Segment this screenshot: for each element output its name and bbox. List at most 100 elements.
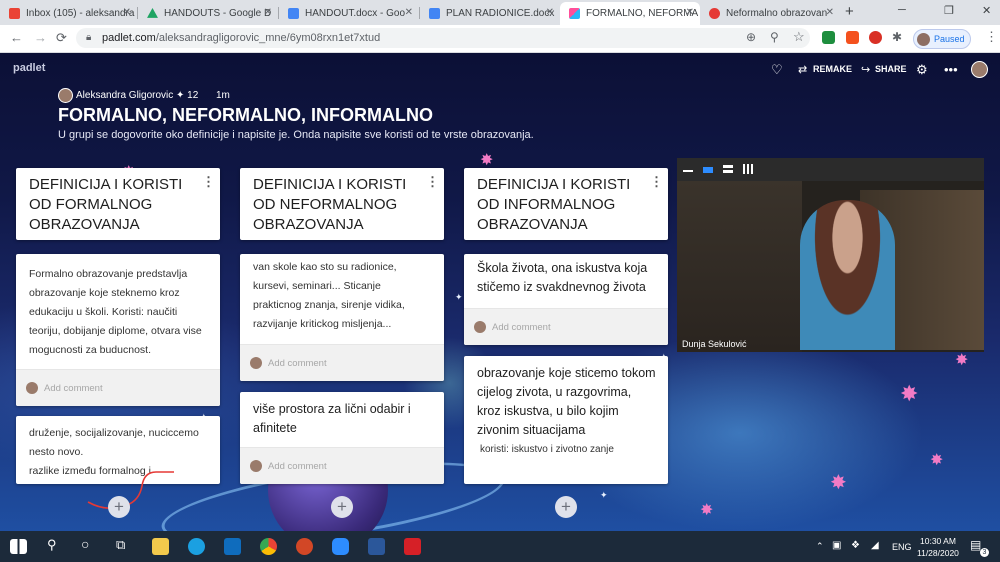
task-view-icon[interactable]: ⧉ xyxy=(116,537,125,553)
forward-arrow-icon[interactable]: → xyxy=(34,30,47,45)
gallery-view-icon[interactable] xyxy=(743,164,753,174)
close-tab-icon[interactable]: ✕ xyxy=(686,7,694,18)
single-view-icon[interactable] xyxy=(703,167,713,173)
add-post-button[interactable]: + xyxy=(555,496,577,518)
close-tab-icon[interactable]: ✕ xyxy=(546,7,554,18)
file-explorer-icon[interactable] xyxy=(152,538,169,555)
profile-paused-button[interactable]: Paused xyxy=(913,29,971,49)
post-card[interactable]: Škola života, ona iskustva koja stičemo … xyxy=(464,254,668,345)
add-comment-bar[interactable]: Add comment xyxy=(464,308,668,345)
zoom-icon[interactable]: ⚲ xyxy=(770,30,779,44)
remake-button[interactable]: REMAKE xyxy=(813,64,852,74)
notification-count-badge: 3 xyxy=(980,548,989,557)
add-comment-label: Add comment xyxy=(44,382,103,394)
gmail-icon xyxy=(9,8,20,19)
star-decoration: ✸ xyxy=(955,352,969,369)
column-menu-icon[interactable]: ⋮ xyxy=(650,174,663,190)
camera-icon[interactable]: ▣ xyxy=(832,540,841,551)
column-menu-icon[interactable]: ⋮ xyxy=(202,174,215,190)
post-card[interactable]: više prostora za lični odabir i afinitet… xyxy=(240,392,444,484)
show-hidden-icons-icon[interactable]: ⌃ xyxy=(816,541,824,552)
annotation-scribble xyxy=(87,471,174,510)
close-tab-icon[interactable]: ✕ xyxy=(264,7,272,18)
bookmark-star-icon[interactable]: ☆ xyxy=(793,29,805,45)
zoom-app-icon[interactable] xyxy=(332,538,349,555)
close-window-button[interactable]: ✕ xyxy=(982,4,991,17)
add-post-button[interactable]: + xyxy=(331,496,353,518)
close-tab-icon[interactable]: ✕ xyxy=(123,7,131,18)
honey-extension-icon[interactable] xyxy=(846,31,859,44)
search-icon[interactable]: ⚲ xyxy=(47,537,57,553)
lock-icon: 🔒︎ xyxy=(86,32,92,43)
tab-handout-docx[interactable]: HANDOUT.docx - Goo ✕ xyxy=(279,2,419,25)
restore-window-button[interactable]: ❐ xyxy=(944,4,954,17)
clock-date[interactable]: 11/28/2020 xyxy=(917,548,959,558)
post-card[interactable]: van skole kao sto su radionice, kursevi,… xyxy=(240,254,444,381)
page-title: FORMALNO, NEFORMALNO, INFORMALNO xyxy=(58,105,433,125)
edge-icon[interactable] xyxy=(188,538,205,555)
powerpoint-icon[interactable] xyxy=(296,538,313,555)
more-options-icon[interactable]: ••• xyxy=(944,62,958,77)
post-card[interactable]: obrazovanje koje sticemo tokom cijelog z… xyxy=(464,356,668,484)
word-icon[interactable] xyxy=(368,538,385,555)
close-tab-icon[interactable]: ✕ xyxy=(405,7,413,18)
chrome-icon[interactable] xyxy=(260,538,277,555)
add-post-button[interactable]: + xyxy=(108,496,130,518)
clock-time[interactable]: 10:30 AM xyxy=(920,536,956,546)
participant-video xyxy=(800,200,895,350)
tab-google-drive[interactable]: HANDOUTS - Google D ✕ xyxy=(138,2,278,25)
tab-title: FORMALNO, NEFORMA xyxy=(586,8,699,19)
tab-neformalno-obrazovanje[interactable]: Neformalno obrazovan ✕ xyxy=(700,2,840,25)
tab-plan-radionice[interactable]: PLAN RADIONICE.docx ✕ xyxy=(420,2,560,25)
windows-start-icon[interactable] xyxy=(10,539,27,554)
new-tab-button[interactable]: + xyxy=(845,3,854,20)
url-text[interactable]: padlet.com/aleksandragligorovic_mne/6ym0… xyxy=(102,32,380,44)
tab-padlet-active[interactable]: FORMALNO, NEFORMA ✕ xyxy=(560,2,700,25)
tab-gmail[interactable]: Inbox (105) - aleksandra ✕ xyxy=(0,2,137,25)
post-text: obrazovanje koje sticemo tokom cijelog z… xyxy=(477,366,656,437)
page-description: U grupi se dogovorite oko definicije i n… xyxy=(58,129,534,141)
post-card[interactable]: Formalno obrazovanje predstavlja obrazov… xyxy=(16,254,220,406)
author-name[interactable]: Aleksandra Gligorovic xyxy=(76,90,173,101)
share-icon: ↪ xyxy=(861,64,871,76)
column-menu-icon[interactable]: ⋮ xyxy=(426,174,439,190)
post-text: više prostora za lični odabir i afinitet… xyxy=(253,402,411,435)
install-app-icon[interactable]: ⊕ xyxy=(746,30,756,44)
tab-title: HANDOUTS - Google D xyxy=(164,8,272,19)
post-text: Škola života, ona iskustva koja stičemo … xyxy=(477,261,648,294)
settings-gear-icon[interactable]: ⚙ xyxy=(916,62,928,78)
dropbox-icon[interactable]: ❖ xyxy=(851,540,860,551)
acrobat-icon[interactable] xyxy=(404,538,421,555)
speaker-view-icon[interactable] xyxy=(723,165,733,173)
input-language[interactable]: ENG xyxy=(892,542,912,552)
back-arrow-icon[interactable]: ← xyxy=(10,30,23,45)
minimize-window-button[interactable]: ─ xyxy=(898,4,906,16)
add-comment-bar[interactable]: Add comment xyxy=(240,344,444,381)
participant-name: Dunja Sekulović xyxy=(682,339,747,349)
wifi-icon[interactable]: ◢ xyxy=(871,540,879,551)
windows-taskbar xyxy=(0,531,1000,562)
user-avatar[interactable] xyxy=(971,61,988,78)
share-button[interactable]: SHARE xyxy=(875,64,907,74)
column-heading-card[interactable]: DEFINICIJA I KORISTI OD NEFORMALNOG OBRA… xyxy=(240,168,444,240)
padlet-logo[interactable]: padlet xyxy=(13,62,45,74)
close-tab-icon[interactable]: ✕ xyxy=(826,7,834,18)
cortana-icon[interactable]: ○ xyxy=(81,536,89,552)
extensions-puzzle-icon[interactable]: ✱ xyxy=(892,30,902,44)
column-heading-card[interactable]: DEFINICIJA I KORISTI OD INFORMALNOG OBRA… xyxy=(464,168,668,240)
commenter-avatar xyxy=(474,321,486,333)
minimize-video-icon[interactable] xyxy=(683,170,693,172)
star-decoration: ✸ xyxy=(900,381,919,406)
column-heading-card[interactable]: DEFINICIJA I KORISTI OD FORMALNOG OBRAZO… xyxy=(16,168,220,240)
commenter-avatar xyxy=(250,357,262,369)
heart-icon[interactable]: ♡ xyxy=(771,62,783,78)
shield-extension-icon[interactable] xyxy=(822,31,835,44)
adblock-extension-icon[interactable] xyxy=(869,31,882,44)
add-comment-bar[interactable]: Add comment xyxy=(16,369,220,406)
add-comment-label: Add comment xyxy=(268,460,327,472)
add-comment-bar[interactable]: Add comment xyxy=(240,447,444,484)
outlook-icon[interactable] xyxy=(224,538,241,555)
chrome-menu-icon[interactable]: ⋮ xyxy=(985,29,998,45)
reload-icon[interactable]: ⟳ xyxy=(56,30,67,46)
star-decoration: ✸ xyxy=(930,452,944,469)
